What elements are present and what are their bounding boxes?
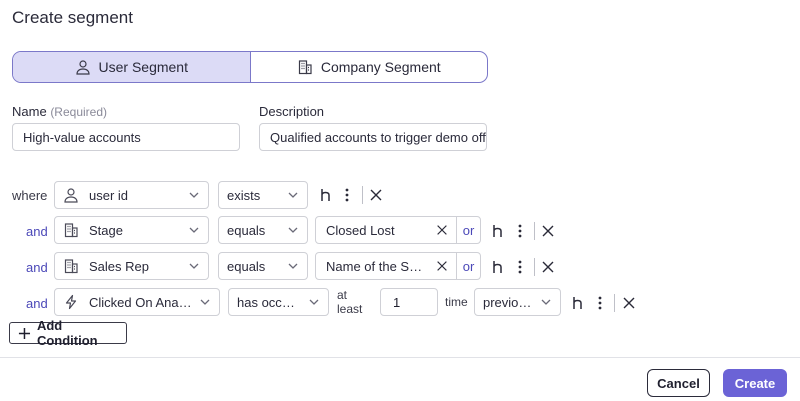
user-icon — [75, 60, 90, 75]
chevron-down-icon — [288, 263, 298, 269]
user-segment-label: User Segment — [98, 59, 188, 75]
value-input[interactable]: Closed Lost or — [315, 216, 481, 244]
event-value: Clicked On Analytics — [89, 294, 193, 310]
building-icon — [64, 223, 78, 238]
lightning-icon — [65, 294, 77, 310]
count-input[interactable]: 1 — [380, 288, 438, 316]
chevron-down-icon — [288, 227, 298, 233]
more-options-icon[interactable] — [339, 187, 355, 203]
clear-value-icon[interactable] — [428, 259, 456, 273]
divider — [362, 186, 363, 204]
building-icon — [64, 259, 78, 274]
hierarchy-icon[interactable] — [570, 295, 586, 311]
property-value: user id — [89, 187, 129, 203]
more-options-icon[interactable] — [512, 259, 528, 275]
company-segment-label: Company Segment — [320, 59, 441, 75]
chevron-down-icon — [200, 299, 210, 305]
hierarchy-icon[interactable] — [490, 223, 506, 239]
close-icon[interactable] — [621, 295, 637, 311]
chevron-down-icon — [189, 263, 199, 269]
value-text: Name of the Sale... — [326, 258, 428, 274]
segment-type-toggle: User Segment Company Segment — [12, 51, 488, 83]
description-label: Description — [259, 104, 325, 119]
at-least-label: at least — [337, 288, 363, 316]
hierarchy-icon[interactable] — [318, 187, 334, 203]
property-value: Stage — [89, 222, 123, 238]
chevron-down-icon — [189, 192, 199, 198]
plus-icon — [18, 327, 31, 339]
or-button[interactable]: or — [456, 217, 480, 243]
close-icon[interactable] — [540, 259, 556, 275]
property-select[interactable]: user id — [54, 181, 209, 209]
operator-select[interactable]: equals — [218, 252, 308, 280]
or-button[interactable]: or — [456, 253, 480, 279]
event-select[interactable]: Clicked On Analytics — [54, 288, 220, 316]
operator-select[interactable]: equals — [218, 216, 308, 244]
more-options-icon[interactable] — [592, 295, 608, 311]
chevron-down-icon — [288, 192, 298, 198]
divider — [534, 258, 535, 276]
operator-value: equals — [227, 222, 266, 238]
user-segment-option[interactable]: User Segment — [13, 52, 251, 82]
create-button[interactable]: Create — [723, 369, 787, 397]
clear-value-icon[interactable] — [428, 223, 456, 237]
timeframe-value: previously — [483, 294, 534, 310]
timeframe-select[interactable]: previously — [474, 288, 561, 316]
close-icon[interactable] — [540, 223, 556, 239]
condition-connector: where — [12, 187, 48, 203]
add-condition-button[interactable]: Add Condition — [9, 318, 127, 348]
company-segment-option[interactable]: Company Segment — [251, 52, 488, 82]
building-icon — [298, 60, 312, 75]
more-options-icon[interactable] — [512, 223, 528, 239]
divider — [614, 294, 615, 312]
cancel-button[interactable]: Cancel — [647, 369, 710, 397]
dialog-title: Create segment — [12, 8, 133, 27]
divider — [534, 222, 535, 240]
user-icon — [64, 188, 78, 203]
name-label-text: Name — [12, 104, 47, 119]
name-input[interactable]: High-value accounts — [12, 123, 240, 151]
property-value: Sales Rep — [89, 258, 149, 274]
operator-select[interactable]: exists — [218, 181, 308, 209]
property-select[interactable]: Stage — [54, 216, 209, 244]
value-input[interactable]: Name of the Sale... or — [315, 252, 481, 280]
footer-divider — [0, 357, 800, 358]
operator-value: has occurred — [237, 294, 302, 310]
time-label: time — [445, 295, 468, 309]
name-label: Name (Required) — [12, 104, 107, 119]
description-input[interactable]: Qualified accounts to trigger demo offe — [259, 123, 487, 151]
required-hint: (Required) — [50, 105, 108, 119]
chevron-down-icon — [541, 299, 551, 305]
chevron-down-icon — [309, 299, 319, 305]
property-select[interactable]: Sales Rep — [54, 252, 209, 280]
chevron-down-icon — [189, 227, 199, 233]
operator-value: exists — [227, 187, 261, 203]
add-condition-label: Add Condition — [36, 318, 98, 348]
operator-select[interactable]: has occurred — [228, 288, 329, 316]
hierarchy-icon[interactable] — [490, 259, 506, 275]
value-text: Closed Lost — [326, 222, 395, 238]
close-icon[interactable] — [368, 187, 384, 203]
operator-value: equals — [227, 258, 266, 274]
